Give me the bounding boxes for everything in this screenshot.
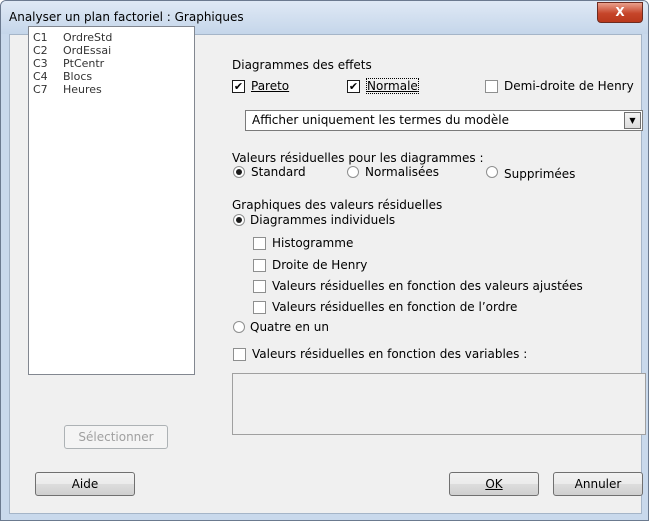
henry-label: Demi-droite de Henry (504, 79, 634, 93)
list-item[interactable]: C4 Blocs (33, 70, 92, 83)
individual-plots-radio[interactable] (233, 214, 245, 226)
normalisees-label: Normalisées (365, 165, 440, 179)
terms-select-value: Afficher uniquement les termes du modèle (252, 113, 510, 127)
ok-button[interactable]: OK (449, 472, 539, 496)
four-in-one-radio[interactable] (233, 321, 245, 333)
residuals-vs-order-label: Valeurs résiduelles en fonction de l’ord… (272, 300, 518, 314)
residuals-vs-fits-checkbox[interactable] (253, 280, 266, 293)
pareto-checkbox[interactable]: ✔ (232, 80, 245, 93)
supprimees-radio[interactable] (486, 166, 498, 178)
variables-listbox[interactable]: C1 OrdreStd C2 OrdEssai C3 PtCentr C4 Blocs … (28, 26, 195, 375)
normale-label: Normale (366, 78, 419, 94)
list-item[interactable]: C1 OrdreStd (33, 31, 112, 44)
histogram-checkbox[interactable] (253, 237, 266, 250)
effects-heading: Diagrammes des effets (232, 58, 372, 72)
pareto-label: Pareto (251, 79, 290, 93)
dialog-window: Analyser un plan factoriel : Graphiques … (0, 0, 649, 521)
residuals-vs-variables-label: Valeurs résiduelles en fonction des vari… (252, 347, 528, 361)
histogram-label: Histogramme (272, 236, 354, 250)
henry-checkbox[interactable] (485, 80, 498, 93)
list-item[interactable]: C2 OrdEssai (33, 44, 111, 57)
residuals-vs-fits-label: Valeurs résiduelles en fonction des vale… (272, 279, 583, 293)
residual-type-heading: Valeurs résiduelles pour les diagrammes … (232, 151, 484, 165)
close-button[interactable]: X (597, 2, 643, 23)
residual-plots-heading: Graphiques des valeurs résiduelles (232, 198, 443, 212)
henry-line-label: Droite de Henry (272, 258, 368, 272)
select-button[interactable]: Sélectionner (64, 425, 168, 449)
cancel-button[interactable]: Annuler (553, 472, 643, 496)
individual-plots-label: Diagrammes individuels (250, 213, 396, 227)
list-item[interactable]: C3 PtCentr (33, 57, 104, 70)
terms-select[interactable]: Afficher uniquement les termes du modèle… (245, 110, 643, 131)
supprimees-label: Supprimées (504, 167, 576, 181)
standard-radio[interactable] (233, 166, 245, 178)
henry-line-checkbox[interactable] (253, 259, 266, 272)
normale-checkbox[interactable]: ✔ (347, 80, 360, 93)
variables-input[interactable] (232, 373, 646, 435)
four-in-one-label: Quatre en un (250, 320, 329, 334)
normalisees-radio[interactable] (347, 166, 359, 178)
window-title: Analyser un plan factoriel : Graphiques (9, 10, 244, 24)
help-button[interactable]: Aide (35, 472, 135, 496)
list-item[interactable]: C7 Heures (33, 83, 102, 96)
standard-label: Standard (251, 165, 306, 179)
residuals-vs-order-checkbox[interactable] (253, 301, 266, 314)
chevron-down-icon[interactable]: ▼ (624, 112, 641, 129)
residuals-vs-variables-checkbox[interactable] (233, 348, 246, 361)
